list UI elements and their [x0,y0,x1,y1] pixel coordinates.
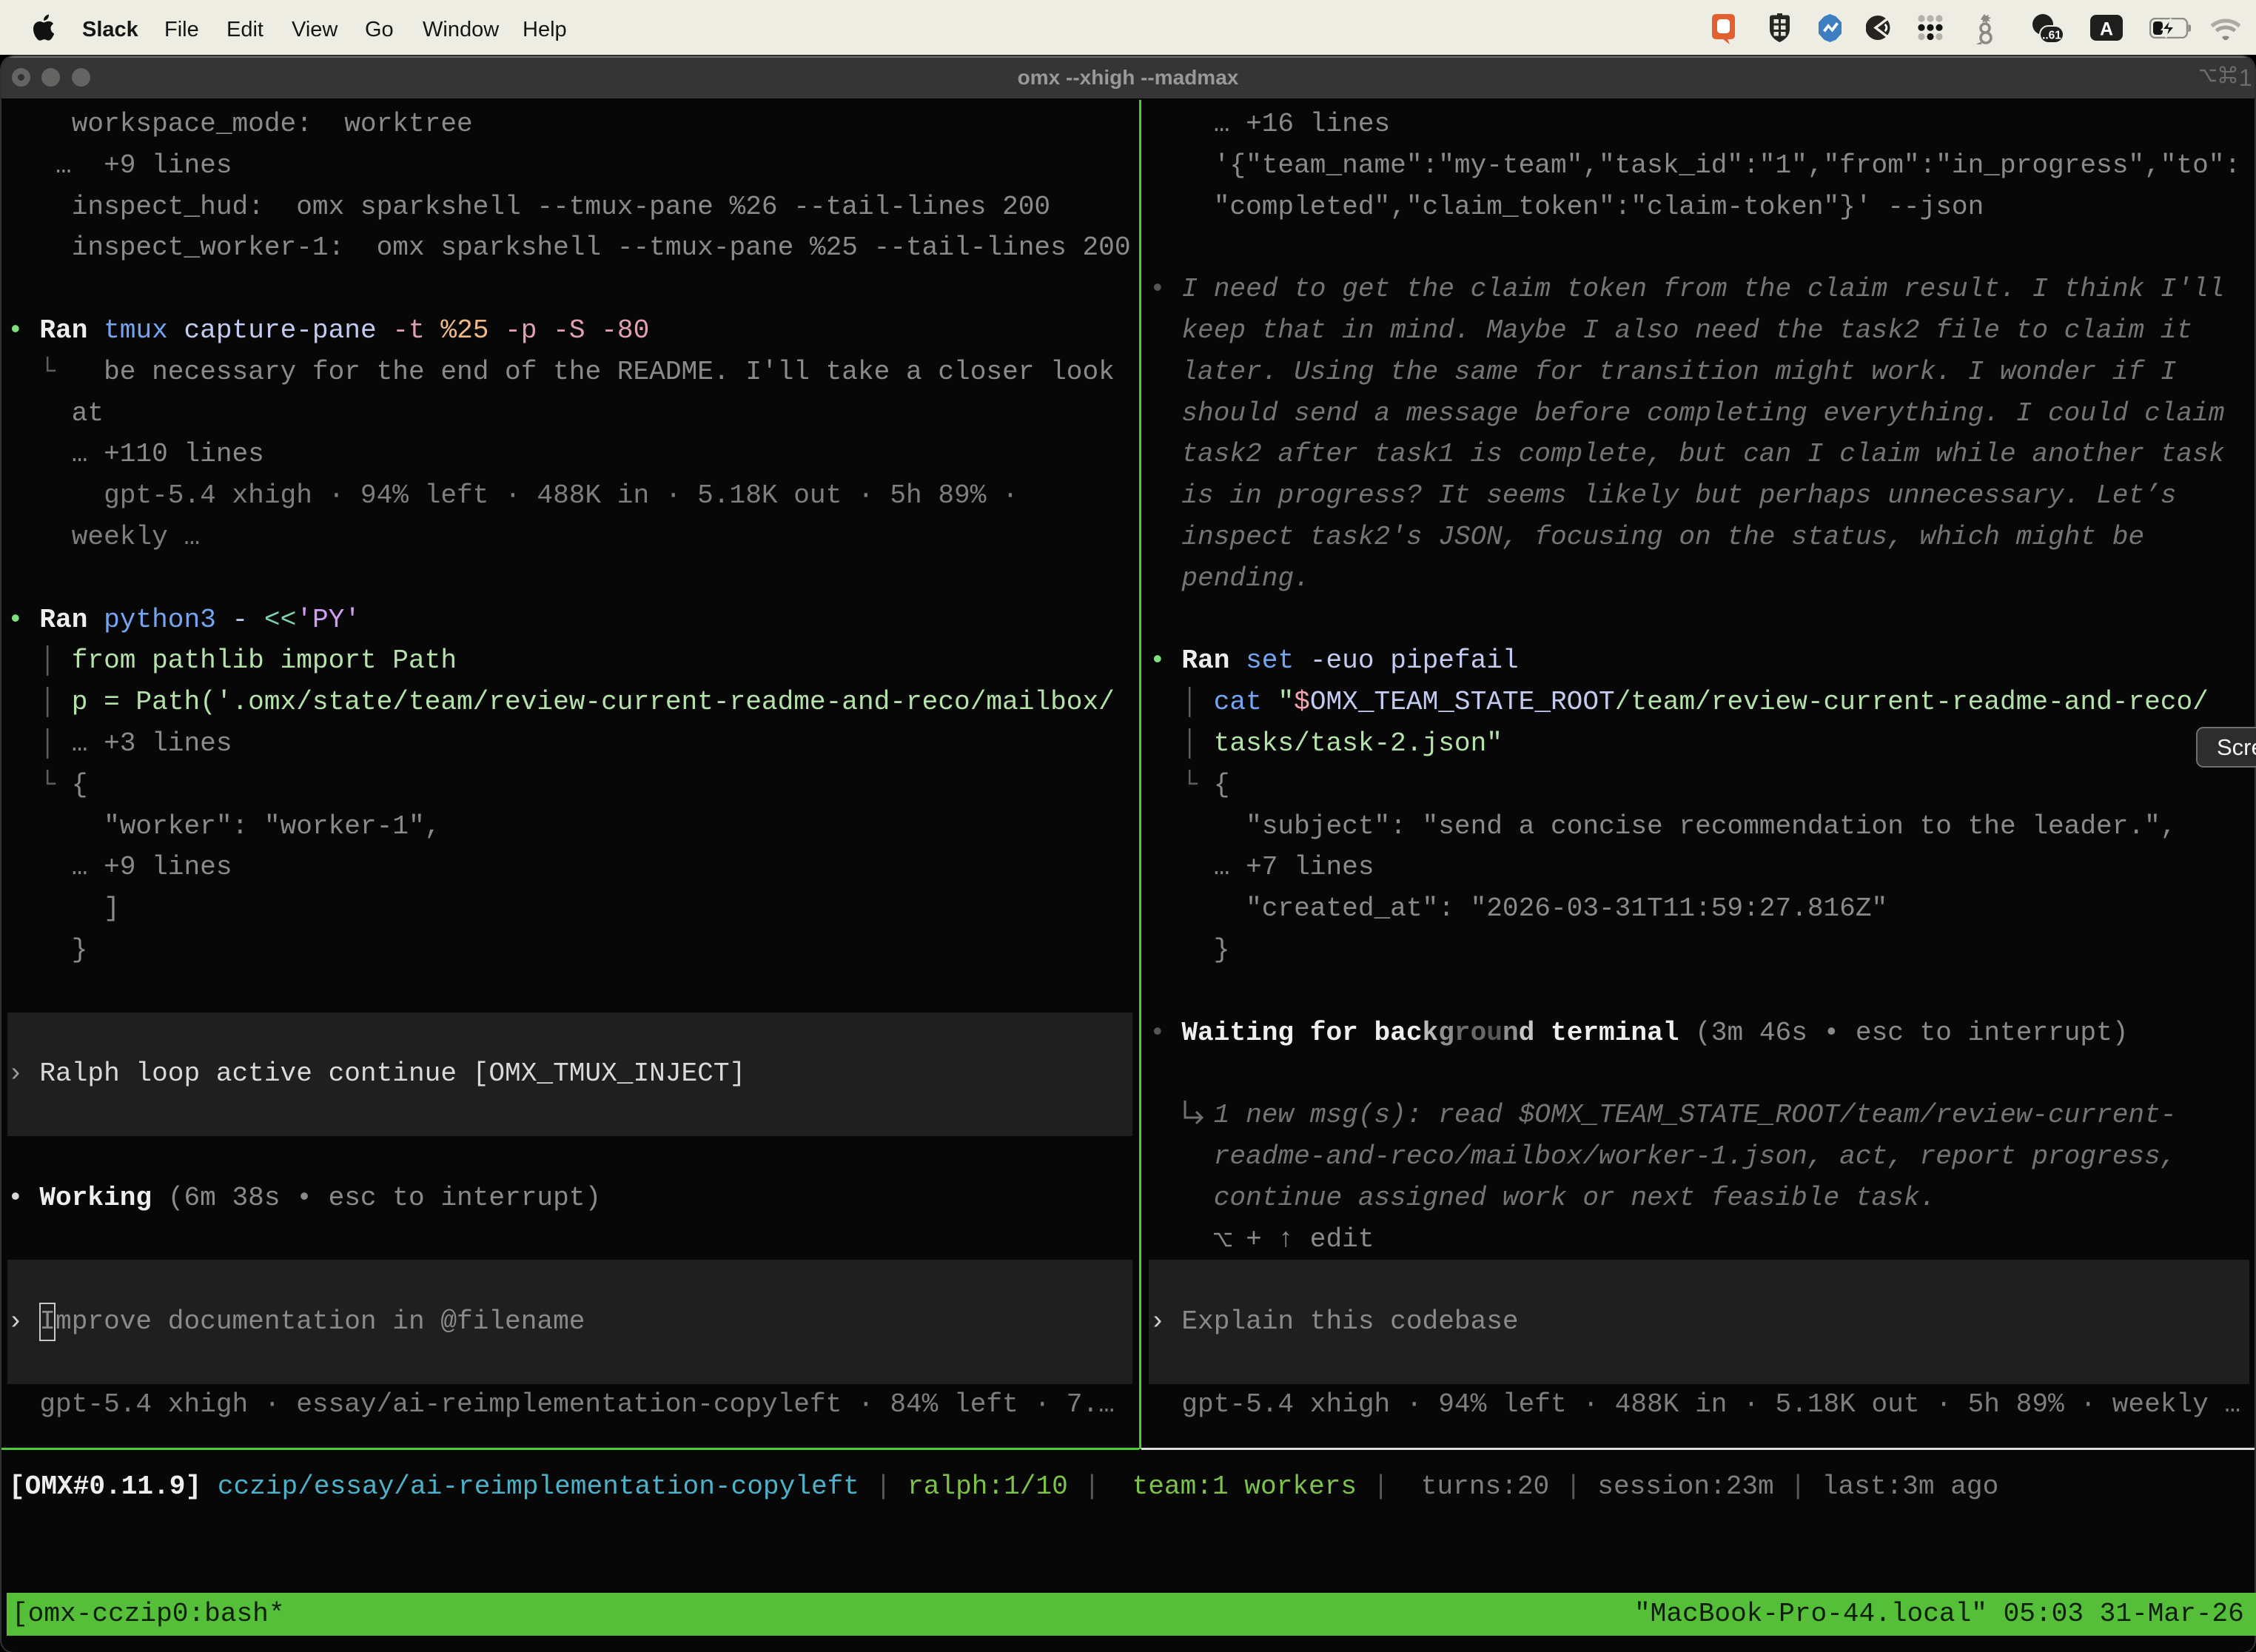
svg-text:A: A [2100,19,2113,40]
svg-text:..61: ..61 [2042,30,2061,42]
